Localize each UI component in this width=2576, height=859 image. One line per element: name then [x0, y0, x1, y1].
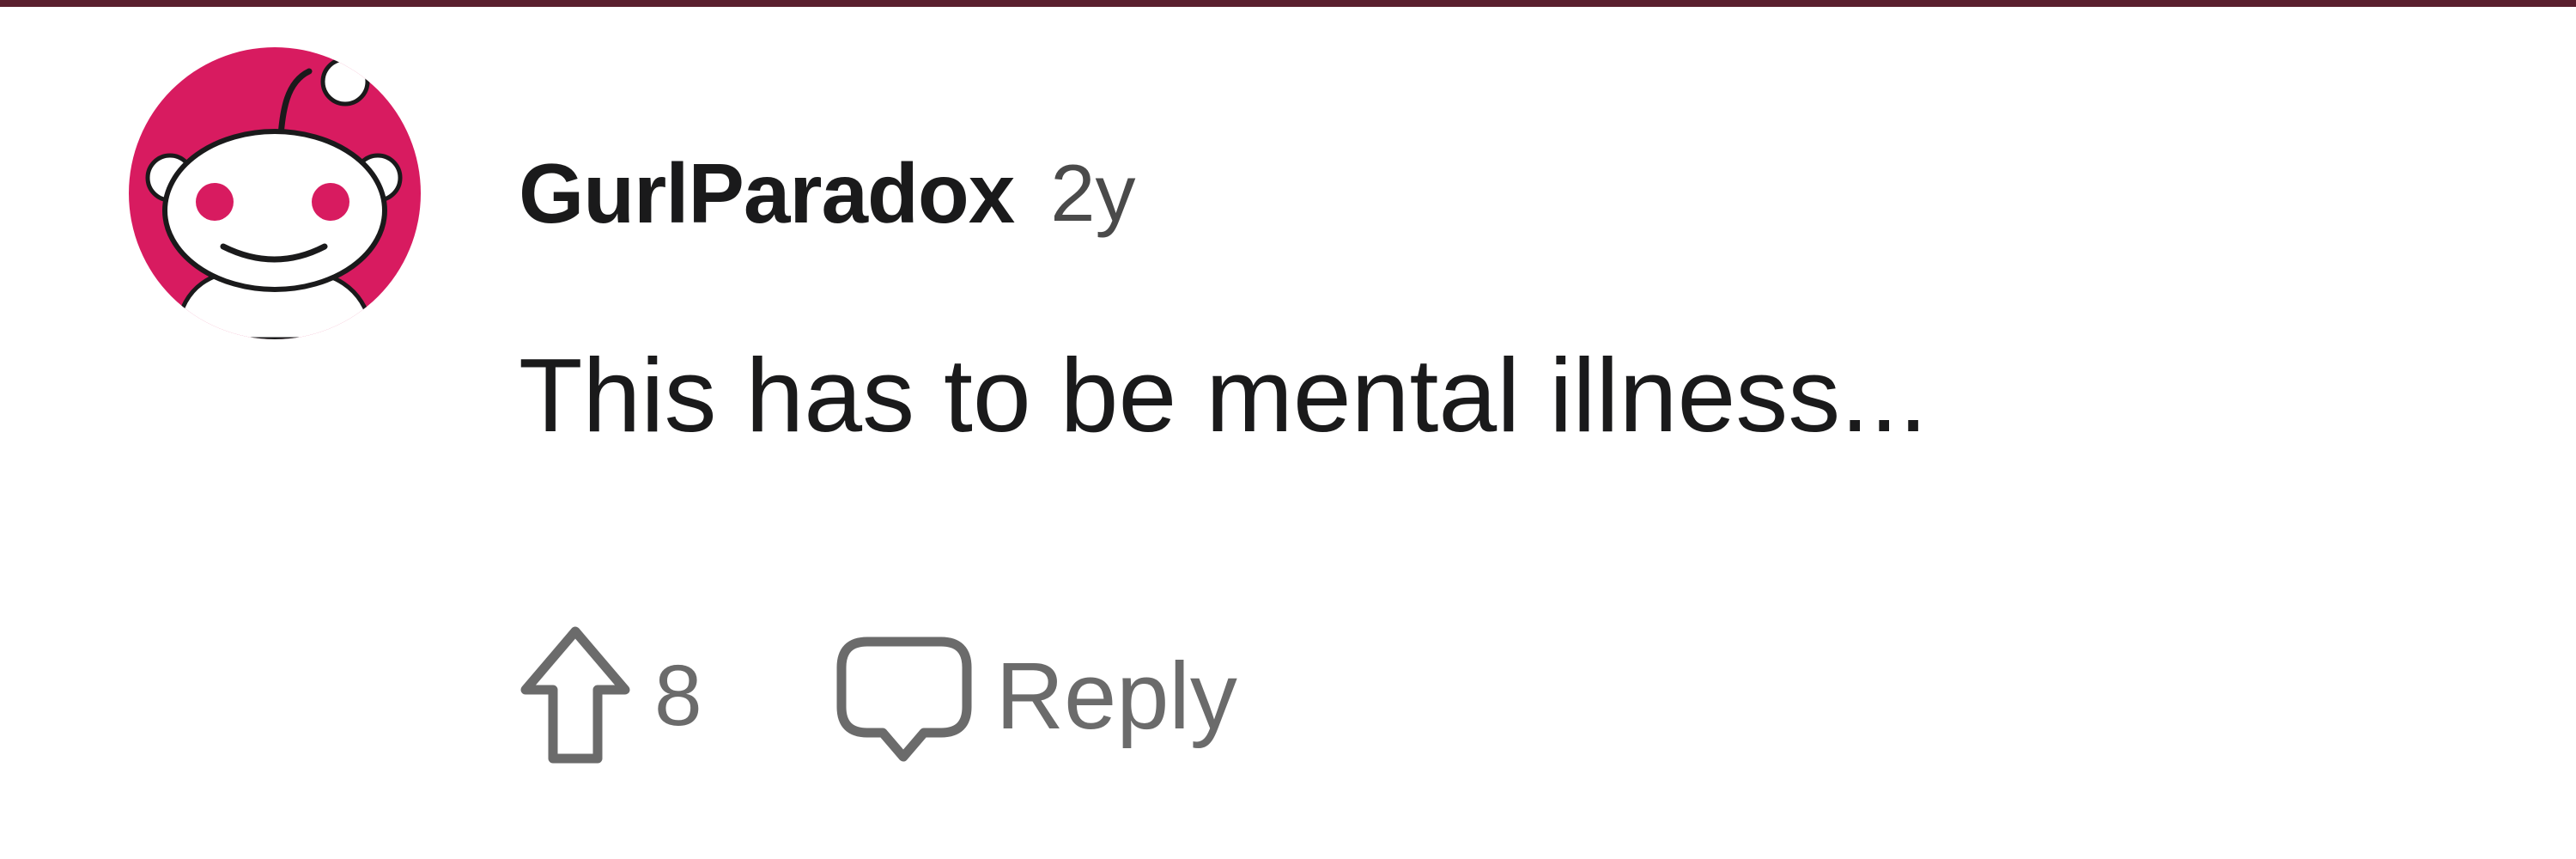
upvote-arrow-icon[interactable] — [515, 623, 635, 769]
upvote-button[interactable]: 8 — [515, 623, 702, 769]
reply-label[interactable]: Reply — [996, 642, 1237, 751]
comment-header: GurlParadox 2y — [519, 137, 1135, 249]
vote-count: 8 — [654, 647, 702, 744]
speech-bubble-icon — [831, 623, 977, 769]
reddit-snoo-avatar-icon — [129, 47, 421, 339]
comment-author[interactable]: GurlParadox — [519, 145, 1015, 242]
user-avatar[interactable] — [129, 47, 421, 339]
comment-text: This has to be mental illness... — [519, 337, 1928, 454]
comment-actions: 8 Reply — [515, 618, 1237, 773]
top-divider — [0, 0, 2576, 7]
reply-button[interactable]: Reply — [831, 623, 1237, 769]
comment-timestamp: 2y — [1050, 148, 1136, 238]
